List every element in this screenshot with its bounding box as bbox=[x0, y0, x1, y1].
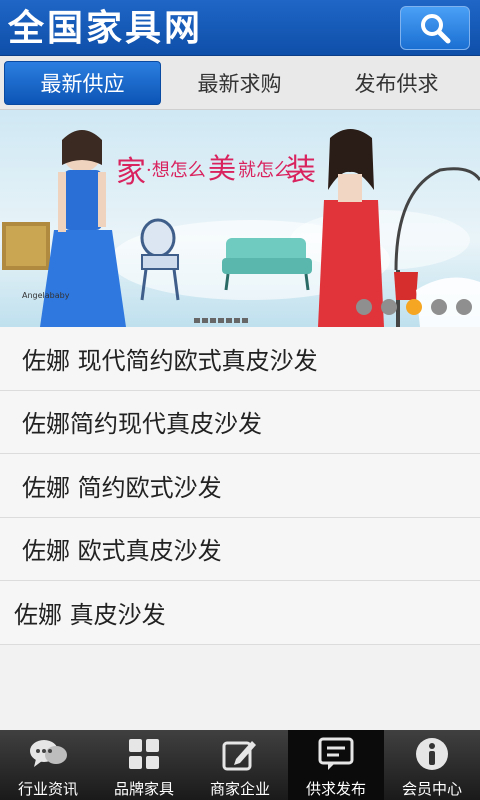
banner-headline-5: 装 bbox=[286, 153, 316, 188]
carousel-dot[interactable] bbox=[406, 299, 422, 315]
nav-label: 品牌家具 bbox=[113, 780, 174, 798]
list-item[interactable]: 佐娜 简约欧式沙发 bbox=[0, 454, 480, 518]
app-title: 全国家具网 bbox=[8, 7, 204, 49]
tab-latest-demand[interactable]: 最新求购 bbox=[161, 61, 318, 105]
nav-label: 会员中心 bbox=[401, 780, 462, 798]
bottom-nav: 行业资讯 品牌家具 商家企业 供求发布 会员中心 bbox=[0, 730, 480, 800]
tab-bar: 最新供应 最新求购 发布供求 bbox=[0, 56, 480, 110]
tab-latest-supply[interactable]: 最新供应 bbox=[4, 60, 161, 105]
carousel-dot[interactable] bbox=[431, 299, 447, 315]
info-icon bbox=[416, 738, 448, 770]
nav-label: 供求发布 bbox=[305, 780, 366, 798]
list-item[interactable]: 佐娜 真皮沙发 bbox=[0, 581, 480, 645]
nav-supply-demand[interactable]: 供求发布 bbox=[288, 730, 384, 800]
banner-headline-2: ·想怎么 bbox=[146, 160, 206, 181]
nav-label: 行业资讯 bbox=[17, 780, 78, 798]
chat-bubbles-icon bbox=[30, 740, 67, 767]
list-item[interactable]: 佐娜 现代简约欧式真皮沙发 bbox=[0, 327, 480, 391]
edit-icon bbox=[222, 741, 256, 771]
nav-label: 商家企业 bbox=[209, 780, 270, 798]
banner-headline-1: 家 bbox=[116, 155, 146, 190]
search-button[interactable] bbox=[400, 6, 470, 50]
nav-merchants[interactable]: 商家企业 bbox=[192, 730, 288, 800]
nav-member-center[interactable]: 会员中心 bbox=[384, 730, 480, 800]
nav-industry-news[interactable]: 行业资讯 bbox=[0, 730, 96, 800]
thumbnail-strip bbox=[194, 318, 248, 323]
list-item[interactable]: 佐娜简约现代真皮沙发 bbox=[0, 391, 480, 454]
grid-icon bbox=[129, 739, 159, 769]
carousel-dot[interactable] bbox=[381, 299, 397, 315]
nav-brand-furniture[interactable]: 品牌家具 bbox=[96, 730, 192, 800]
carousel-dot[interactable] bbox=[456, 299, 472, 315]
message-icon bbox=[318, 737, 354, 770]
carousel-dot[interactable] bbox=[356, 299, 372, 315]
list-item[interactable]: 佐娜 欧式真皮沙发 bbox=[0, 518, 480, 581]
search-icon bbox=[421, 14, 451, 44]
product-list: 佐娜 现代简约欧式真皮沙发 佐娜简约现代真皮沙发 佐娜 简约欧式沙发 佐娜 欧式… bbox=[0, 327, 480, 645]
banner-headline-3: 美 bbox=[208, 152, 236, 185]
promo-banner[interactable]: 家 ·想怎么 美 就怎么 装 Angelababy bbox=[0, 110, 480, 327]
tab-publish[interactable]: 发布供求 bbox=[318, 61, 475, 105]
banner-watermark: Angelababy bbox=[22, 291, 70, 300]
app-header: 全国家具网 bbox=[0, 0, 480, 56]
banner-headline-4: 就怎么 bbox=[238, 160, 292, 181]
